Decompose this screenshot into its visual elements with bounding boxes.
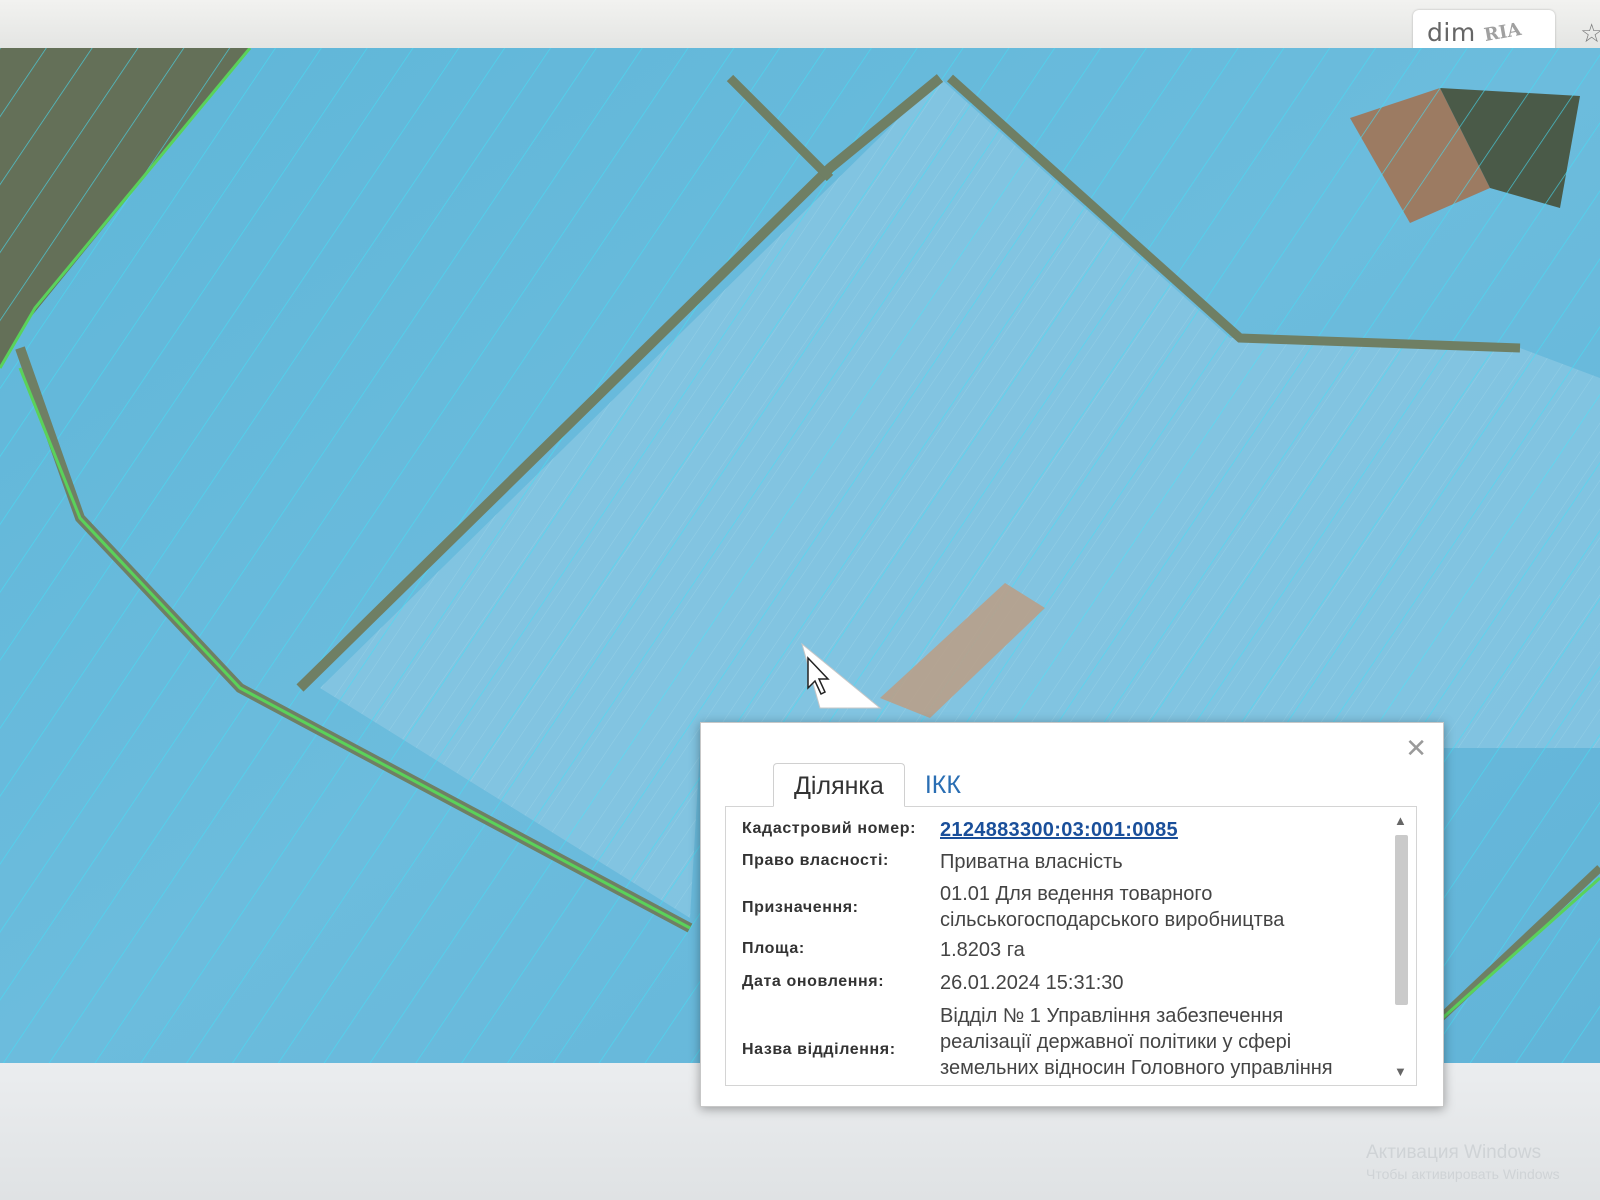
department-value-line-3: земельних відносин Головного управління (940, 1057, 1333, 1079)
ownership-value: Приватна власність (940, 851, 1123, 873)
updated-value: 26.01.2024 15:31:30 (940, 972, 1124, 994)
logo-ria-text: RIA (1482, 18, 1523, 46)
label-department: Назва відділення: (742, 1041, 896, 1058)
parcel-details: Кадастровий номер: 2124883300:03:001:008… (725, 806, 1417, 1086)
tab-parcel[interactable]: Ділянка (773, 763, 905, 807)
logo-dim-text: dim (1427, 17, 1476, 47)
label-ownership: Право власності: (742, 852, 889, 869)
parcel-info-popup: ✕ Ділянка ІКК Кадастровий номер: 2124883… (700, 722, 1444, 1107)
label-cadastral-number: Кадастровий номер: (742, 820, 917, 837)
label-updated: Дата оновлення: (742, 973, 885, 990)
tab-ikk[interactable]: ІКК (905, 763, 981, 807)
department-value-line-2: реалізації державної політики у сфері (940, 1031, 1292, 1053)
purpose-value-line-1: 01.01 Для ведення товарного (940, 883, 1213, 905)
label-purpose: Призначення: (742, 899, 859, 916)
area-value: 1.8203 га (940, 939, 1025, 961)
scroll-up-icon[interactable]: ▲ (1394, 813, 1407, 828)
activation-subtitle: Чтобы активировать Windows (1366, 1166, 1560, 1182)
label-area: Площа: (742, 940, 805, 957)
activation-title: Активация Windows (1366, 1142, 1542, 1163)
purpose-value-line-2: сільськогосподарського виробництва (940, 909, 1285, 931)
windows-activation-watermark: Активация Windows Чтобы активировать Win… (1366, 1142, 1596, 1182)
close-icon[interactable]: ✕ (1405, 735, 1427, 761)
cadastral-number-link[interactable]: 2124883300:03:001:0085 (940, 817, 1178, 843)
details-scrollbar[interactable]: ▲ ▼ (1392, 813, 1410, 1079)
department-value-line-1: Відділ № 1 Управління забезпечення (940, 1005, 1284, 1027)
star-icon[interactable]: ☆ (1580, 18, 1600, 49)
browser-top-bar (0, 0, 1600, 48)
scroll-thumb[interactable] (1395, 835, 1408, 1005)
popup-tabs: Ділянка ІКК (773, 763, 981, 807)
scroll-down-icon[interactable]: ▼ (1394, 1064, 1407, 1079)
